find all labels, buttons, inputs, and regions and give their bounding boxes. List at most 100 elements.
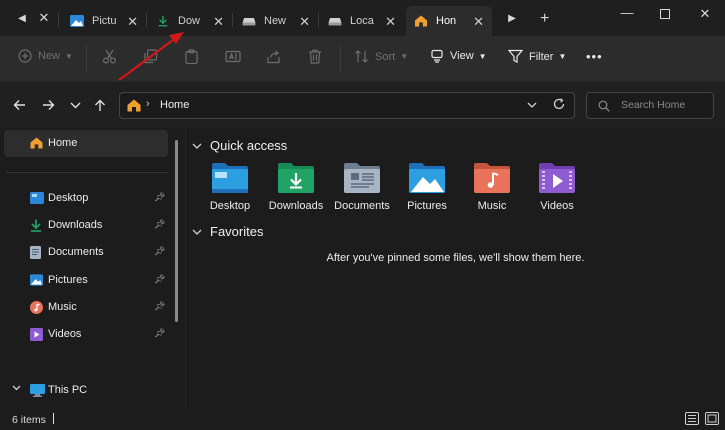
pictures-icon bbox=[70, 15, 84, 27]
rename-button[interactable] bbox=[225, 49, 247, 64]
close-tab-icon[interactable]: ✕ bbox=[385, 14, 396, 30]
quick-access-label: Videos bbox=[540, 200, 574, 212]
quick-access-desktop[interactable]: Desktop bbox=[200, 162, 260, 212]
recent-locations-button[interactable] bbox=[66, 96, 84, 114]
quick-access-documents[interactable]: Documents bbox=[332, 162, 392, 212]
filter-button[interactable]: Filter ▼ bbox=[508, 49, 566, 64]
pin-icon[interactable]: 📌︎ bbox=[154, 219, 165, 230]
view-icon bbox=[431, 49, 443, 63]
pin-icon[interactable]: 📌︎ bbox=[154, 246, 165, 257]
quick-access-header[interactable]: Quick access bbox=[192, 138, 287, 153]
forward-button[interactable] bbox=[39, 96, 57, 114]
scroll-tabs-left-button[interactable]: ◀ bbox=[14, 10, 30, 26]
sidebar-item-videos[interactable]: Videos 📌︎ bbox=[4, 321, 168, 348]
tab-separator bbox=[146, 13, 147, 27]
tab-separator bbox=[318, 13, 319, 27]
maximize-icon bbox=[660, 9, 670, 19]
close-tab-icon[interactable]: ✕ bbox=[299, 14, 310, 30]
quick-access-label: Desktop bbox=[209, 200, 251, 212]
search-icon bbox=[598, 100, 610, 112]
search-box[interactable]: Search Home bbox=[586, 92, 714, 119]
sidebar-item-music[interactable]: Music 📌︎ bbox=[4, 294, 168, 321]
more-icon: ••• bbox=[586, 49, 603, 64]
item-count: 6 items bbox=[12, 414, 46, 426]
quick-access-pictures[interactable]: Pictures bbox=[397, 162, 457, 212]
paste-button[interactable] bbox=[184, 49, 205, 64]
chevron-down-icon: ▼ bbox=[65, 51, 73, 61]
breadcrumb-chevron-icon[interactable]: › bbox=[146, 98, 150, 110]
sidebar-item-pictures[interactable]: Pictures 📌︎ bbox=[4, 267, 168, 294]
chevron-down-icon: ▼ bbox=[400, 52, 409, 61]
address-history-dropdown[interactable] bbox=[527, 100, 537, 110]
tab-downloads[interactable]: Dow ✕ bbox=[148, 6, 232, 36]
close-window-button[interactable]: ✕ bbox=[692, 4, 718, 24]
tab-new-volume[interactable]: New ✕ bbox=[234, 6, 318, 36]
breadcrumb-home[interactable]: Home bbox=[160, 99, 189, 111]
section-title: Quick access bbox=[210, 138, 288, 153]
refresh-button[interactable] bbox=[553, 98, 565, 113]
tab-home[interactable]: Hon ✕ bbox=[406, 6, 492, 36]
toolbar-divider bbox=[340, 46, 341, 72]
desktop-folder-icon bbox=[212, 163, 248, 193]
sort-label: Sort bbox=[375, 50, 396, 63]
pin-icon[interactable]: 📌︎ bbox=[154, 301, 165, 312]
sidebar-scrollbar[interactable] bbox=[175, 140, 178, 322]
refresh-icon bbox=[553, 98, 565, 110]
back-button[interactable] bbox=[10, 96, 28, 114]
tab-pictures[interactable]: Pictu ✕ bbox=[62, 6, 146, 36]
new-button[interactable]: New ▼ bbox=[18, 49, 73, 63]
minimize-button[interactable]: — bbox=[614, 2, 640, 22]
quick-access-downloads[interactable]: Downloads bbox=[266, 162, 326, 212]
copy-button[interactable] bbox=[143, 49, 164, 64]
close-tab-icon[interactable]: ✕ bbox=[36, 10, 52, 26]
tab-separator bbox=[232, 13, 233, 27]
address-bar[interactable]: › Home bbox=[119, 92, 575, 119]
maximize-button[interactable] bbox=[652, 4, 678, 24]
tab-label: New bbox=[264, 15, 287, 27]
quick-access-music[interactable]: Music bbox=[462, 162, 522, 212]
view-button[interactable]: View ▼ bbox=[430, 49, 487, 63]
sort-button[interactable]: Sort ▼ bbox=[354, 49, 408, 64]
tab-bar: ◀ ✕ Pictu ✕ Dow ✕ New ✕ Loca ✕ Hon ✕ ▶ +… bbox=[0, 0, 725, 36]
home-icon bbox=[30, 137, 43, 149]
tab-separator bbox=[58, 13, 59, 27]
sidebar-item-documents[interactable]: Documents 📌︎ bbox=[4, 239, 168, 266]
sidebar-item-downloads[interactable]: Downloads 📌︎ bbox=[4, 212, 168, 239]
sidebar-item-label: Home bbox=[48, 137, 78, 149]
rename-icon bbox=[225, 50, 241, 63]
arrow-up-icon bbox=[95, 99, 105, 111]
status-bar: 6 items bbox=[0, 409, 725, 430]
quick-access-label: Music bbox=[477, 200, 507, 212]
up-button[interactable] bbox=[91, 96, 109, 114]
share-button[interactable] bbox=[266, 49, 287, 64]
cut-button[interactable] bbox=[102, 49, 123, 64]
tab-local-disk[interactable]: Loca ✕ bbox=[320, 6, 404, 36]
trash-icon bbox=[309, 49, 321, 64]
scissors-icon bbox=[102, 49, 117, 64]
navigation-pane: Home Desktop 📌︎ Downloads 📌︎ Documents 📌… bbox=[0, 128, 186, 409]
chevron-down-icon bbox=[527, 102, 537, 108]
chevron-down-icon[interactable] bbox=[12, 383, 21, 393]
pin-icon[interactable]: 📌︎ bbox=[154, 192, 165, 203]
search-input[interactable]: Search Home bbox=[621, 99, 685, 111]
sidebar-item-desktop[interactable]: Desktop 📌︎ bbox=[4, 185, 168, 212]
quick-access-videos[interactable]: Videos bbox=[527, 162, 587, 212]
music-icon bbox=[30, 301, 43, 314]
close-tab-icon[interactable]: ✕ bbox=[213, 14, 224, 30]
close-tab-icon[interactable]: ✕ bbox=[127, 14, 138, 30]
quick-access-label: Downloads bbox=[268, 200, 324, 212]
chevron-down-icon bbox=[70, 102, 80, 108]
delete-button[interactable] bbox=[308, 49, 328, 64]
more-options-button[interactable]: ••• bbox=[586, 49, 603, 64]
pin-icon[interactable]: 📌︎ bbox=[154, 274, 165, 285]
sidebar-item-home[interactable]: Home bbox=[4, 130, 168, 157]
favorites-header[interactable]: Favorites bbox=[192, 224, 263, 239]
tiles-view-button[interactable] bbox=[705, 412, 719, 425]
sidebar-item-this-pc[interactable]: This PC bbox=[4, 377, 168, 404]
drive-icon bbox=[242, 18, 256, 26]
pin-icon[interactable]: 📌︎ bbox=[154, 328, 165, 339]
close-tab-icon[interactable]: ✕ bbox=[473, 14, 484, 30]
new-tab-button[interactable]: + bbox=[540, 10, 549, 28]
details-view-button[interactable] bbox=[685, 412, 699, 425]
scroll-tabs-right-button[interactable]: ▶ bbox=[504, 10, 520, 26]
